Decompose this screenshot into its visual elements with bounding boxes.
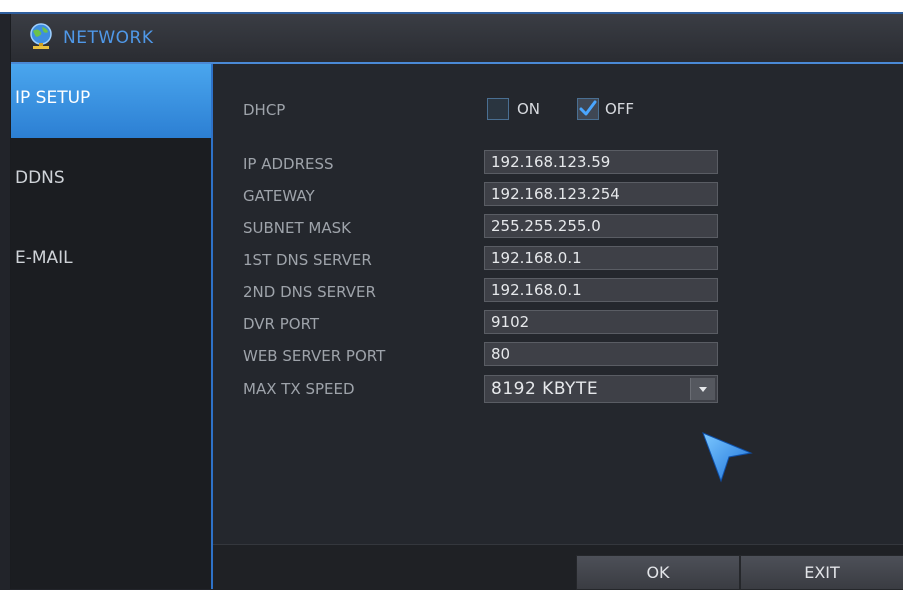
window-title: NETWORK: [63, 28, 154, 48]
sidebar-item-email[interactable]: E-MAIL: [11, 224, 211, 298]
network-window: NETWORK IP SETUP DDNS E-MAIL DHCP ON OFF…: [10, 14, 903, 590]
gateway-field[interactable]: 192.168.123.254: [484, 182, 718, 206]
web-server-port-field[interactable]: 80: [484, 342, 718, 366]
ip-address-field[interactable]: 192.168.123.59: [484, 150, 718, 174]
sidebar-item-ip-setup[interactable]: IP SETUP: [11, 64, 211, 138]
max-tx-speed-label: MAX TX SPEED: [243, 380, 355, 398]
exit-button[interactable]: EXIT: [740, 555, 903, 590]
sidebar: IP SETUP DDNS E-MAIL: [11, 64, 213, 589]
dropdown-button[interactable]: [690, 378, 715, 400]
chevron-down-icon: [699, 387, 707, 392]
dvr-port-label: DVR PORT: [243, 315, 320, 333]
dns1-label: 1ST DNS SERVER: [243, 251, 372, 269]
subnet-mask-field[interactable]: 255.255.255.0: [484, 214, 718, 238]
checkmark-icon: [579, 100, 597, 116]
dhcp-off-checkbox[interactable]: [577, 98, 599, 120]
ip-address-label: IP ADDRESS: [243, 155, 334, 173]
sidebar-item-label: IP SETUP: [15, 88, 91, 108]
ip-setup-panel: DHCP ON OFF IP ADDRESS 192.168.123.59 GA…: [213, 64, 903, 590]
dhcp-label: DHCP: [243, 101, 286, 119]
dhcp-on-label: ON: [517, 100, 541, 118]
sidebar-item-label: DDNS: [15, 168, 65, 188]
network-globe-icon: [30, 23, 52, 49]
web-server-port-label: WEB SERVER PORT: [243, 347, 386, 365]
subnet-mask-label: SUBNET MASK: [243, 219, 351, 237]
top-strip: [0, 0, 903, 14]
dns2-field[interactable]: 192.168.0.1: [484, 278, 718, 302]
max-tx-speed-select[interactable]: 8192 KBYTE: [484, 375, 718, 403]
dvr-port-field[interactable]: 9102: [484, 310, 718, 334]
dhcp-on-checkbox[interactable]: [487, 98, 509, 120]
gateway-label: GATEWAY: [243, 187, 315, 205]
max-tx-speed-value: 8192 KBYTE: [491, 379, 599, 399]
sidebar-item-label: E-MAIL: [15, 248, 73, 268]
dns2-label: 2ND DNS SERVER: [243, 283, 376, 301]
ok-button[interactable]: OK: [576, 555, 740, 590]
button-bar: OK EXIT: [213, 544, 903, 590]
mouse-pointer-icon: [702, 432, 753, 483]
title-bar: NETWORK: [11, 14, 903, 64]
dhcp-off-label: OFF: [605, 100, 635, 118]
sidebar-item-ddns[interactable]: DDNS: [11, 144, 211, 218]
dns1-field[interactable]: 192.168.0.1: [484, 246, 718, 270]
